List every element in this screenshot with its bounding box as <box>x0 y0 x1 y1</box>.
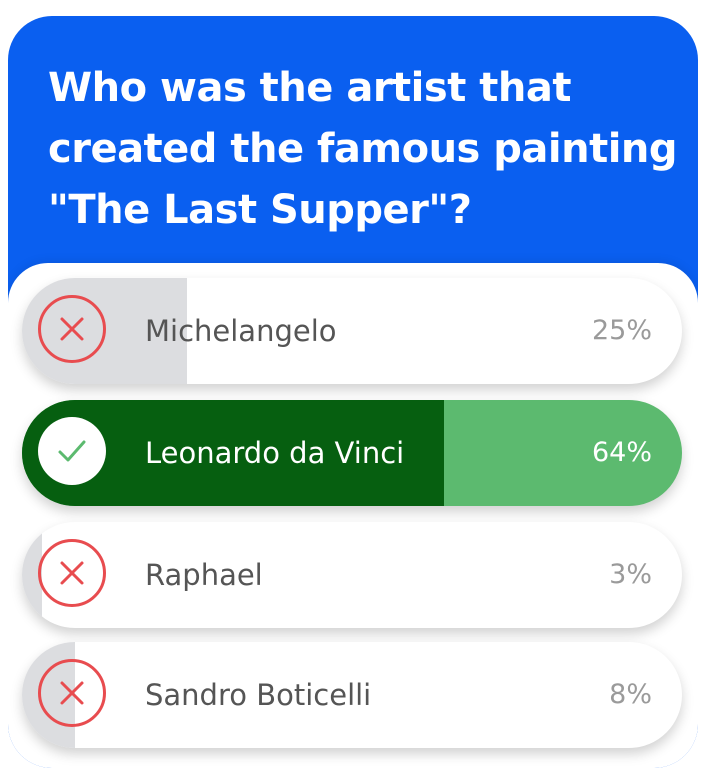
answer-option-sandro-boticelli[interactable]: Sandro Boticelli 8% <box>22 642 682 748</box>
answer-percent: 3% <box>609 559 652 590</box>
close-icon <box>60 681 84 705</box>
question-text: Who was the artist that created the famo… <box>48 65 678 233</box>
close-icon <box>60 317 84 341</box>
answer-option-raphael[interactable]: Raphael 3% <box>22 522 682 628</box>
answer-label: Raphael <box>145 558 263 592</box>
answer-label: Leonardo da Vinci <box>145 436 405 470</box>
quiz-card: Who was the artist that created the famo… <box>8 16 698 768</box>
close-icon <box>60 561 84 585</box>
check-icon <box>58 440 86 462</box>
wrong-answer-badge <box>38 539 106 607</box>
answer-percent: 8% <box>609 679 652 710</box>
answer-percent: 25% <box>591 315 652 346</box>
answer-percent: 64% <box>591 437 652 468</box>
answer-label: Sandro Boticelli <box>145 678 372 712</box>
answer-option-leonardo-da-vinci[interactable]: Leonardo da Vinci 64% <box>22 400 682 506</box>
correct-answer-badge <box>38 417 106 485</box>
wrong-answer-badge <box>38 295 106 363</box>
answer-option-michelangelo[interactable]: Michelangelo 25% <box>22 278 682 384</box>
answer-label: Michelangelo <box>145 314 337 348</box>
wrong-answer-badge <box>38 659 106 727</box>
answers-panel: Michelangelo 25% Leonardo da Vinci 64% R… <box>8 263 698 768</box>
